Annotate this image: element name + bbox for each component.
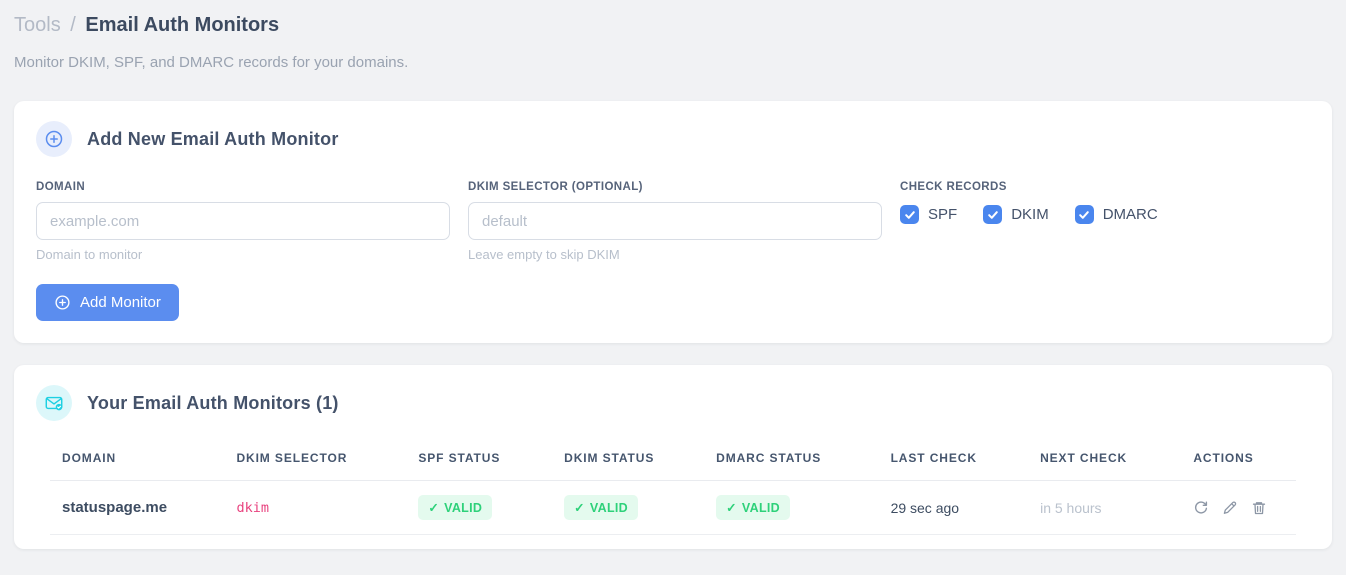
breadcrumb: Tools / Email Auth Monitors xyxy=(14,12,1332,38)
dkim-status-badge: ✓ VALID xyxy=(564,495,638,520)
checkbox-dkim[interactable]: DKIM xyxy=(983,205,1049,224)
dmarc-status-label: VALID xyxy=(741,500,780,515)
monitor-next-check: in 5 hours xyxy=(1040,499,1102,516)
refresh-icon[interactable] xyxy=(1193,500,1209,516)
check-glyph: ✓ xyxy=(428,501,440,515)
monitors-card-title: Your Email Auth Monitors (1) xyxy=(87,392,339,413)
col-header-actions: ACTIONS xyxy=(1181,439,1296,481)
col-header-next-check: NEXT CHECK xyxy=(1028,439,1182,481)
checkbox-spf[interactable]: SPF xyxy=(900,205,957,224)
table-row: statuspage.me dkim ✓ VALID ✓ VALID ✓ VAL… xyxy=(50,480,1296,535)
add-monitor-card-header: Add New Email Auth Monitor xyxy=(36,121,1310,157)
envelope-check-icon xyxy=(36,385,72,421)
check-glyph: ✓ xyxy=(726,501,737,515)
checkbox-dmarc-label: DMARC xyxy=(1102,206,1158,223)
col-header-last-check: LAST CHECK xyxy=(878,439,1029,481)
checkbox-dkim-label: DKIM xyxy=(1011,206,1049,223)
circle-plus-icon xyxy=(54,294,71,311)
col-header-dkim-selector: DKIM SELECTOR xyxy=(224,439,407,481)
checkbox-dmarc[interactable]: DMARC xyxy=(1074,205,1158,224)
domain-field-hint: Domain to monitor xyxy=(36,247,143,262)
dmarc-status-badge: ✓ VALID xyxy=(716,495,790,520)
add-monitor-button[interactable]: Add Monitor xyxy=(36,284,179,321)
spf-status-label: VALID xyxy=(444,500,483,515)
email-auth-monitors-page: Tools / Email Auth Monitors Monitor DKIM… xyxy=(0,0,1346,549)
row-actions xyxy=(1193,500,1284,516)
dkim-selector-field-label: DKIM SELECTOR (OPTIONAL) xyxy=(468,181,643,193)
col-header-domain: DOMAIN xyxy=(50,439,225,481)
monitors-list-card: Your Email Auth Monitors (1) DOMAIN DKIM… xyxy=(14,365,1332,549)
monitor-last-check: 29 sec ago xyxy=(890,499,960,516)
monitor-domain: statuspage.me xyxy=(62,499,168,516)
check-records-group: CHECK RECORDS SPF DKIM DMARC xyxy=(900,181,1158,224)
dkim-selector-input[interactable] xyxy=(468,202,882,240)
spf-status-badge: ✓ VALID xyxy=(418,495,493,520)
domain-field-label: DOMAIN xyxy=(36,181,86,193)
col-header-dmarc-status: DMARC STATUS xyxy=(704,439,879,481)
trash-icon[interactable] xyxy=(1251,500,1267,516)
breadcrumb-tools-link[interactable]: Tools xyxy=(14,14,61,36)
check-glyph: ✓ xyxy=(574,501,585,515)
dkim-selector-field-group: DKIM SELECTOR (OPTIONAL) Leave empty to … xyxy=(468,181,882,262)
page-subtitle: Monitor DKIM, SPF, and DMARC records for… xyxy=(14,54,409,71)
checkbox-checked-icon[interactable] xyxy=(1074,205,1094,224)
col-header-spf-status: SPF STATUS xyxy=(406,439,553,481)
table-header-row: DOMAIN DKIM SELECTOR SPF STATUS DKIM STA… xyxy=(50,439,1296,481)
checkbox-checked-icon[interactable] xyxy=(983,205,1003,224)
domain-field-group: DOMAIN Domain to monitor xyxy=(36,181,450,262)
monitors-table: DOMAIN DKIM SELECTOR SPF STATUS DKIM STA… xyxy=(50,439,1296,535)
dkim-selector-field-hint: Leave empty to skip DKIM xyxy=(468,247,620,262)
checkbox-checked-icon[interactable] xyxy=(900,205,919,224)
monitors-card-header: Your Email Auth Monitors (1) xyxy=(36,385,1310,421)
circle-plus-icon xyxy=(36,121,72,157)
breadcrumb-separator: / xyxy=(70,14,76,36)
add-monitor-card-title: Add New Email Auth Monitor xyxy=(87,128,339,149)
dkim-status-label: VALID xyxy=(589,500,628,515)
add-monitor-form: DOMAIN Domain to monitor DKIM SELECTOR (… xyxy=(36,181,1310,262)
check-records-label: CHECK RECORDS xyxy=(900,181,1007,193)
col-header-dkim-status: DKIM STATUS xyxy=(552,439,705,481)
page-title: Email Auth Monitors xyxy=(85,14,280,36)
checkbox-spf-label: SPF xyxy=(928,206,958,223)
monitor-dkim-selector: dkim xyxy=(236,500,269,516)
add-monitor-button-label: Add Monitor xyxy=(80,294,161,311)
check-records-row: SPF DKIM DMARC xyxy=(900,205,1158,224)
add-monitor-card: Add New Email Auth Monitor DOMAIN Domain… xyxy=(14,101,1332,343)
monitors-table-wrap: DOMAIN DKIM SELECTOR SPF STATUS DKIM STA… xyxy=(36,439,1310,535)
domain-input[interactable] xyxy=(36,202,450,240)
pencil-icon[interactable] xyxy=(1222,500,1238,516)
